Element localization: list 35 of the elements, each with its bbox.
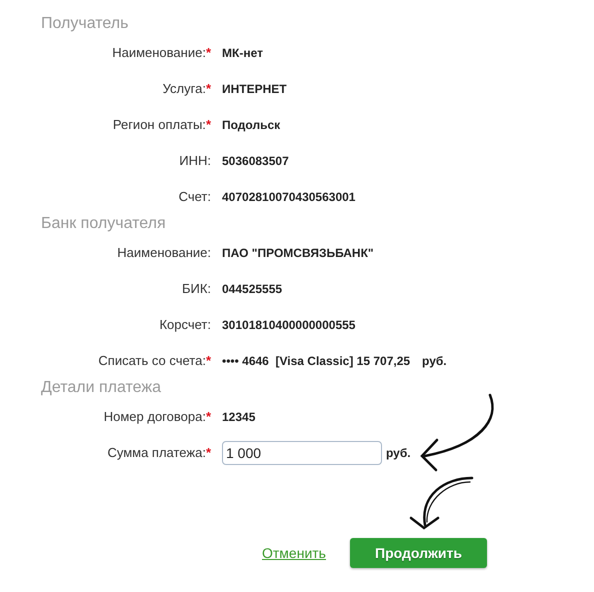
- field-value: 5036083507: [222, 153, 289, 170]
- field-value: МК-нет: [222, 45, 263, 62]
- field-label: Наименование:: [117, 244, 211, 262]
- field-value: Подольск: [222, 117, 280, 134]
- required-mark: *: [206, 352, 211, 370]
- required-mark: *: [206, 444, 211, 462]
- field-value: ПАО "ПРОМСВЯЗЬБАНК": [222, 245, 374, 262]
- currency-label: руб.: [386, 445, 411, 462]
- field-value: 12345: [222, 409, 256, 426]
- required-mark: *: [206, 80, 211, 98]
- field-label: Списать со счета:: [98, 352, 206, 370]
- field-value: 30101810400000000555: [222, 317, 356, 334]
- field-label: Счет:: [178, 188, 211, 206]
- currency-label: руб.: [422, 353, 447, 370]
- field-value: •••• 4646 [Visa Classic] 15 707,25: [222, 353, 410, 370]
- section-heading: Банк получателя: [41, 215, 166, 232]
- required-mark: *: [206, 408, 211, 426]
- required-mark: *: [206, 44, 211, 62]
- field-label: Номер договора:: [104, 408, 206, 426]
- field-label: Корсчет:: [159, 316, 211, 334]
- continue-button[interactable]: Продолжить: [350, 538, 487, 568]
- required-mark: *: [206, 116, 211, 134]
- field-value: 40702810070430563001: [222, 189, 356, 206]
- field-value: ИНТЕРНЕТ: [222, 81, 287, 98]
- cancel-link[interactable]: Отменить: [262, 542, 326, 564]
- amount-field[interactable]: 1 000: [222, 441, 382, 465]
- field-label: Наименование:: [112, 44, 206, 62]
- field-value: 044525555: [222, 281, 282, 298]
- field-label: БИК:: [182, 280, 211, 298]
- field-label: ИНН:: [179, 152, 211, 170]
- section-heading: Получатель: [41, 15, 128, 32]
- section-heading: Детали платежа: [41, 379, 161, 396]
- field-label: Регион оплаты:: [112, 116, 206, 134]
- field-label: Услуга:: [162, 80, 206, 98]
- field-label: Сумма платежа:: [107, 444, 206, 462]
